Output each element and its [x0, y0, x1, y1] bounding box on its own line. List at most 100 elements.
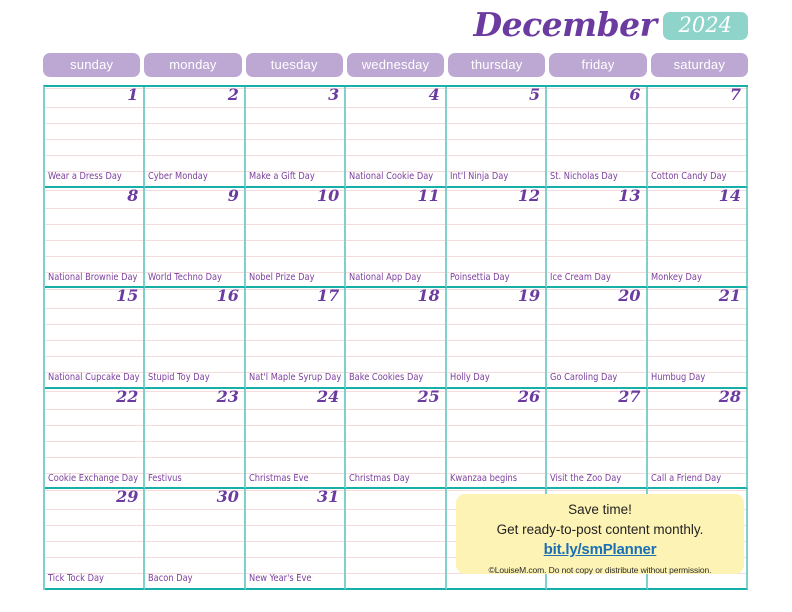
calendar-day-cell[interactable]: 21 Humbug Day	[647, 288, 748, 389]
day-number: 10	[317, 187, 340, 205]
calendar-day-cell[interactable]: 18 Bake Cookies Day	[346, 288, 447, 389]
calendar-day-cell[interactable]: 30 Bacon Day	[145, 489, 246, 590]
calendar-day-cell[interactable]: 16 Stupid Toy Day	[145, 288, 246, 389]
calendar-day-cell[interactable]: 2 Cyber Monday	[145, 87, 246, 188]
day-number: 25	[417, 388, 440, 406]
day-number: 14	[718, 187, 741, 205]
day-event-label: National Cupcake Day	[48, 372, 140, 384]
calendar-day-cell[interactable]: 29 Tick Tock Day	[45, 489, 146, 590]
promo-link[interactable]: bit.ly/smPlanner	[456, 539, 744, 562]
day-event-label: National Cookie Day	[349, 171, 434, 183]
calendar-day-cell[interactable]: 15 National Cupcake Day	[45, 288, 146, 389]
day-event-label: Holly Day	[449, 372, 490, 384]
weekday-header-monday: monday	[144, 53, 242, 77]
calendar-day-cell[interactable]: 24 Christmas Eve	[245, 388, 347, 490]
weekday-header-row: sunday monday tuesday wednesday thursday…	[43, 53, 748, 77]
day-number: 8	[127, 187, 139, 205]
day-number: 3	[328, 87, 340, 104]
day-event-label: Bake Cookies Day	[349, 372, 424, 384]
day-event-label: National Brownie Day	[48, 271, 138, 283]
day-number: 30	[216, 489, 239, 507]
day-event-label: Go Caroling Day	[550, 372, 618, 384]
calendar-day-cell[interactable]: 17 Nat'l Maple Syrup Day	[245, 288, 347, 389]
day-event-label: Visit the Zoo Day	[550, 472, 622, 484]
day-event-label: Humbug Day	[650, 372, 705, 384]
calendar-day-cell[interactable]: 9 World Techno Day	[145, 187, 246, 289]
calendar-day-cell[interactable]: 22 Cookie Exchange Day	[45, 388, 146, 490]
calendar-day-cell[interactable]: 6 St. Nicholas Day	[547, 87, 648, 188]
weekday-header-friday: friday	[549, 53, 647, 77]
day-event-label: Cyber Monday	[148, 171, 209, 183]
calendar-day-cell[interactable]: 31 New Year's Eve	[245, 489, 347, 590]
page-title: December	[473, 5, 657, 44]
day-event-label: World Techno Day	[148, 271, 223, 283]
copyright-notice: ©LouiseM.com. Do not copy or distribute …	[488, 564, 712, 575]
day-event-label: Christmas Day	[349, 472, 410, 484]
weekday-header-wednesday: wednesday	[346, 53, 445, 77]
day-number: 9	[227, 187, 239, 205]
day-number: 20	[618, 288, 641, 306]
day-event-label: Nobel Prize Day	[248, 271, 315, 283]
weekday-header-thursday: thursday	[448, 53, 546, 77]
day-event-label: Festivus	[148, 472, 183, 484]
weekday-header-saturday: saturday	[650, 53, 748, 77]
day-number: 23	[216, 388, 239, 406]
day-event-label: Monkey Day	[650, 271, 702, 283]
calendar-day-cell[interactable]: 12 Poinsettia Day	[446, 187, 548, 289]
calendar-day-cell[interactable]: 1 Wear a Dress Day	[45, 87, 146, 188]
calendar-day-cell[interactable]: 10 Nobel Prize Day	[245, 187, 347, 289]
calendar-day-cell[interactable]: 20 Go Caroling Day	[547, 288, 648, 389]
day-event-label: Tick Tock Day	[48, 573, 104, 585]
day-number: 4	[428, 87, 440, 104]
day-number: 2	[227, 87, 239, 104]
calendar-day-cell[interactable]: 19 Holly Day	[446, 288, 548, 389]
day-event-label: Kwanzaa begins	[449, 472, 517, 484]
calendar-day-cell[interactable]: 4 National Cookie Day	[346, 87, 447, 188]
day-event-label: Stupid Toy Day	[148, 372, 211, 384]
day-event-label: Poinsettia Day	[449, 271, 510, 283]
day-event-label: Ice Cream Day	[550, 271, 612, 283]
calendar-day-cell[interactable]: 28 Call a Friend Day	[647, 388, 748, 490]
calendar-day-cell[interactable]: 8 National Brownie Day	[45, 187, 146, 289]
day-number: 27	[618, 388, 641, 406]
day-number: 31	[317, 489, 340, 507]
calendar-day-cell[interactable]: 26 Kwanzaa begins	[446, 388, 548, 490]
day-number: 15	[116, 288, 139, 306]
day-number: 12	[517, 187, 541, 205]
day-number: 7	[729, 87, 741, 104]
promo-headline: Save time!	[568, 502, 632, 517]
calendar-day-cell[interactable]: 3 Make a Gift Day	[245, 87, 347, 188]
calendar-day-cell[interactable]: 23 Festivus	[145, 388, 246, 490]
day-number: 29	[116, 489, 139, 507]
day-event-label: Bacon Day	[148, 573, 194, 585]
day-event-label: Cotton Candy Day	[650, 171, 727, 183]
calendar-header: December 2024	[0, 0, 792, 52]
calendar-day-cell[interactable]: 13 Ice Cream Day	[547, 187, 648, 289]
day-event-label: Make a Gift Day	[248, 171, 315, 183]
month-year-group: December 2024	[473, 8, 748, 44]
calendar-day-cell[interactable]: 25 Christmas Day	[346, 388, 447, 490]
day-number: 21	[718, 288, 741, 306]
calendar-day-cell[interactable]: 5 Int'l Ninja Day	[446, 87, 548, 188]
calendar-day-cell[interactable]: 14 Monkey Day	[647, 187, 748, 289]
year-badge: 2024	[662, 11, 748, 41]
weekday-header-sunday: sunday	[43, 53, 141, 77]
calendar-day-cell[interactable]: 11 National App Day	[346, 187, 447, 289]
day-number: 13	[618, 187, 641, 205]
day-number: 16	[216, 288, 239, 306]
day-event-label: Cookie Exchange Day	[48, 472, 139, 484]
promo-subtext: Get ready-to-post content monthly.	[496, 521, 704, 537]
calendar-day-cell[interactable]	[346, 489, 447, 590]
day-number: 6	[629, 87, 641, 104]
day-event-label: New Year's Eve	[248, 573, 312, 585]
day-event-label: St. Nicholas Day	[550, 171, 618, 183]
calendar-day-cell[interactable]: 27 Visit the Zoo Day	[547, 388, 648, 490]
day-event-label: Call a Friend Day	[650, 472, 721, 484]
day-number: 11	[417, 187, 440, 205]
weekday-header-tuesday: tuesday	[245, 53, 343, 77]
calendar-day-cell[interactable]: 7 Cotton Candy Day	[647, 87, 748, 188]
promo-box: Save time! Get ready-to-post content mon…	[456, 494, 744, 575]
day-number: 17	[317, 288, 340, 306]
day-event-label: National App Day	[349, 271, 422, 283]
day-number: 19	[517, 288, 541, 306]
